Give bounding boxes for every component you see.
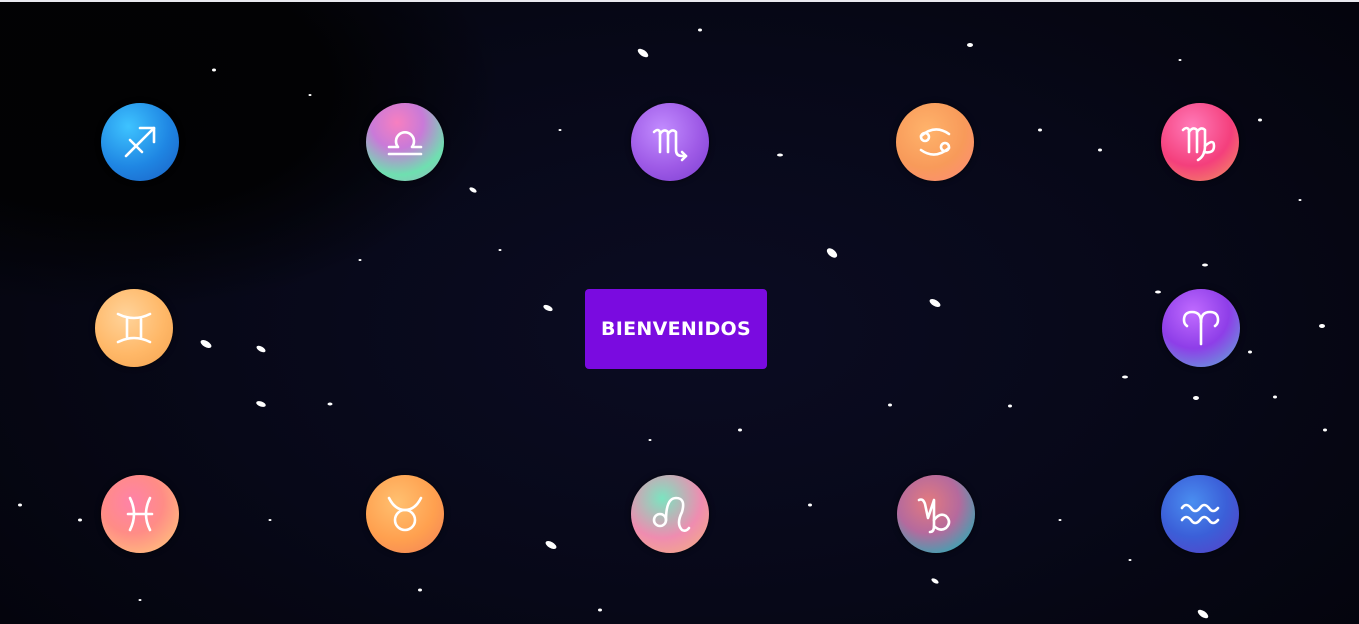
taurus-sign[interactable] [366, 475, 444, 553]
cancer-icon [919, 128, 951, 156]
gemini-icon [116, 312, 152, 344]
sagittarius-sign[interactable] [101, 103, 179, 181]
aries-sign[interactable] [1162, 289, 1240, 367]
gemini-sign[interactable] [95, 289, 173, 367]
cancer-sign[interactable] [896, 103, 974, 181]
welcome-button[interactable]: BIENVENIDOS [585, 289, 767, 369]
virgo-sign[interactable] [1161, 103, 1239, 181]
scorpio-icon [652, 128, 688, 162]
capricorn-sign[interactable] [897, 475, 975, 553]
taurus-icon [387, 496, 423, 532]
welcome-button-label: BIENVENIDOS [601, 318, 751, 340]
aries-icon [1182, 310, 1220, 346]
aquarius-sign[interactable] [1161, 475, 1239, 553]
scorpio-sign[interactable] [631, 103, 709, 181]
aquarius-icon [1180, 503, 1220, 525]
libra-icon [387, 131, 423, 156]
capricorn-icon [917, 498, 951, 534]
sagittarius-icon [124, 126, 156, 158]
leo-sign[interactable] [631, 475, 709, 553]
pisces-icon [126, 496, 154, 532]
libra-sign[interactable] [366, 103, 444, 181]
virgo-icon [1181, 126, 1216, 162]
pisces-sign[interactable] [101, 475, 179, 553]
leo-icon [652, 496, 691, 532]
